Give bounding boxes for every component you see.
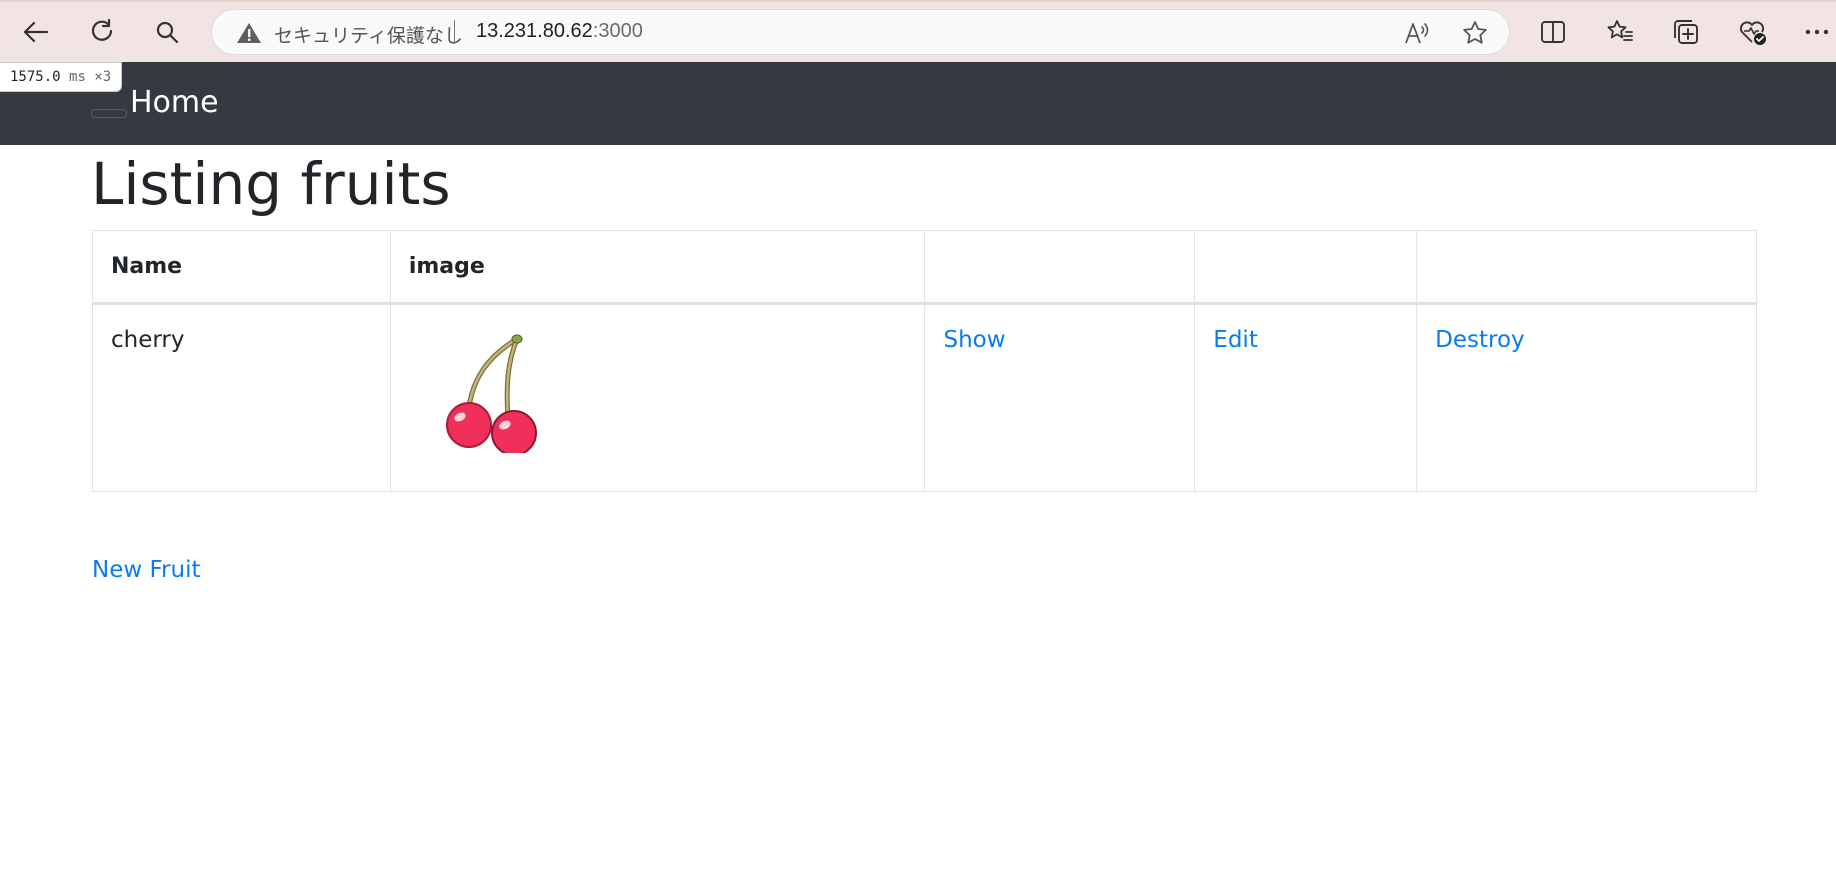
fruit-image-cell [389,303,926,492]
reload-icon[interactable] [84,14,120,50]
column-header-edit [1194,230,1418,305]
more-icon[interactable] [1800,15,1834,49]
page-title: Listing fruits [91,150,451,218]
collections-icon[interactable] [1669,15,1703,49]
search-icon[interactable] [149,14,185,50]
fruit-name-cell: cherry [92,303,391,492]
column-header-name: Name [92,230,391,305]
address-bar[interactable]: セキュリティ保護なし 13.231.80.62:3000 [211,9,1510,55]
navbar-brand-home-link[interactable]: Home [130,85,219,120]
split-screen-icon[interactable] [1536,15,1570,49]
browser-essentials-icon[interactable] [1736,15,1770,49]
security-label[interactable]: セキュリティ保護なし [274,21,463,48]
warning-icon[interactable] [236,22,262,48]
url-host: 13.231.80.62 [476,20,593,42]
url-port: :3000 [592,20,643,42]
table-header-row: Name image [92,230,1757,305]
timing-value: 1575.0 [10,69,61,85]
back-icon[interactable] [18,14,54,50]
url-text[interactable]: 13.231.80.62:3000 [476,20,643,43]
address-separator [454,20,455,44]
destroy-link[interactable]: Destroy [1435,327,1525,353]
table-row: cherry Show Edit Destroy [92,303,1757,492]
timing-count: ×3 [94,69,112,85]
column-header-image: image [389,230,926,305]
app-navbar: Home [0,62,1836,145]
column-header-show [924,230,1196,305]
browser-toolbar: セキュリティ保護なし 13.231.80.62:3000 [0,0,1836,62]
edit-cell: Edit [1194,303,1418,492]
column-header-destroy [1416,230,1757,305]
timing-badge: 1575.0 ms ×3 [0,62,123,92]
fruits-table: Name image cherry Show Edit Destroy [92,230,1757,492]
show-cell: Show [924,303,1196,492]
new-fruit-link[interactable]: New Fruit [92,557,200,583]
navbar-toggler-button[interactable] [91,109,127,118]
show-link[interactable]: Show [943,327,1005,353]
timing-unit: ms [69,69,86,85]
read-aloud-icon[interactable] [1403,19,1431,47]
favorite-star-icon[interactable] [1461,19,1489,47]
favorites-icon[interactable] [1603,15,1637,49]
edit-link[interactable]: Edit [1213,327,1258,353]
cherry-image [445,334,537,453]
destroy-cell: Destroy [1416,303,1757,492]
